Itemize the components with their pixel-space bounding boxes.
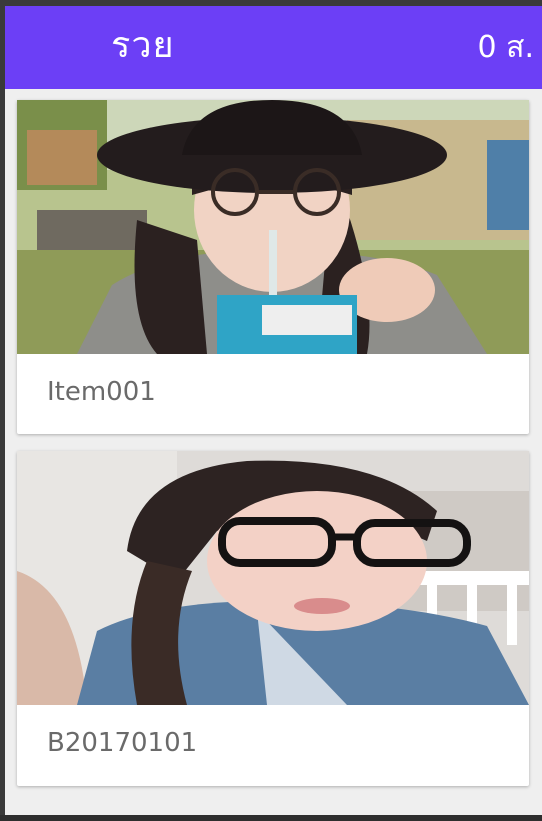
list-item[interactable]: Item001 <box>17 100 529 434</box>
portrait-photo-hat-glasses <box>17 100 529 354</box>
portrait-photo-glasses-braid <box>17 451 529 705</box>
card-list[interactable]: Item001 B20170101 <box>5 89 542 815</box>
card-photo[interactable] <box>17 100 529 354</box>
app-title: รวย <box>111 25 175 66</box>
list-item[interactable]: B20170101 <box>17 451 529 786</box>
card-title: B20170101 <box>47 728 198 758</box>
app-screen: รวย 0 ส. Item001 B20170101 <box>0 0 542 821</box>
app-bar: รวย 0 ส. <box>5 6 542 89</box>
bottom-edge <box>0 815 542 821</box>
card-photo[interactable] <box>17 451 529 705</box>
card-title: Item001 <box>47 377 156 407</box>
status-text: 0 ส. <box>477 30 534 65</box>
